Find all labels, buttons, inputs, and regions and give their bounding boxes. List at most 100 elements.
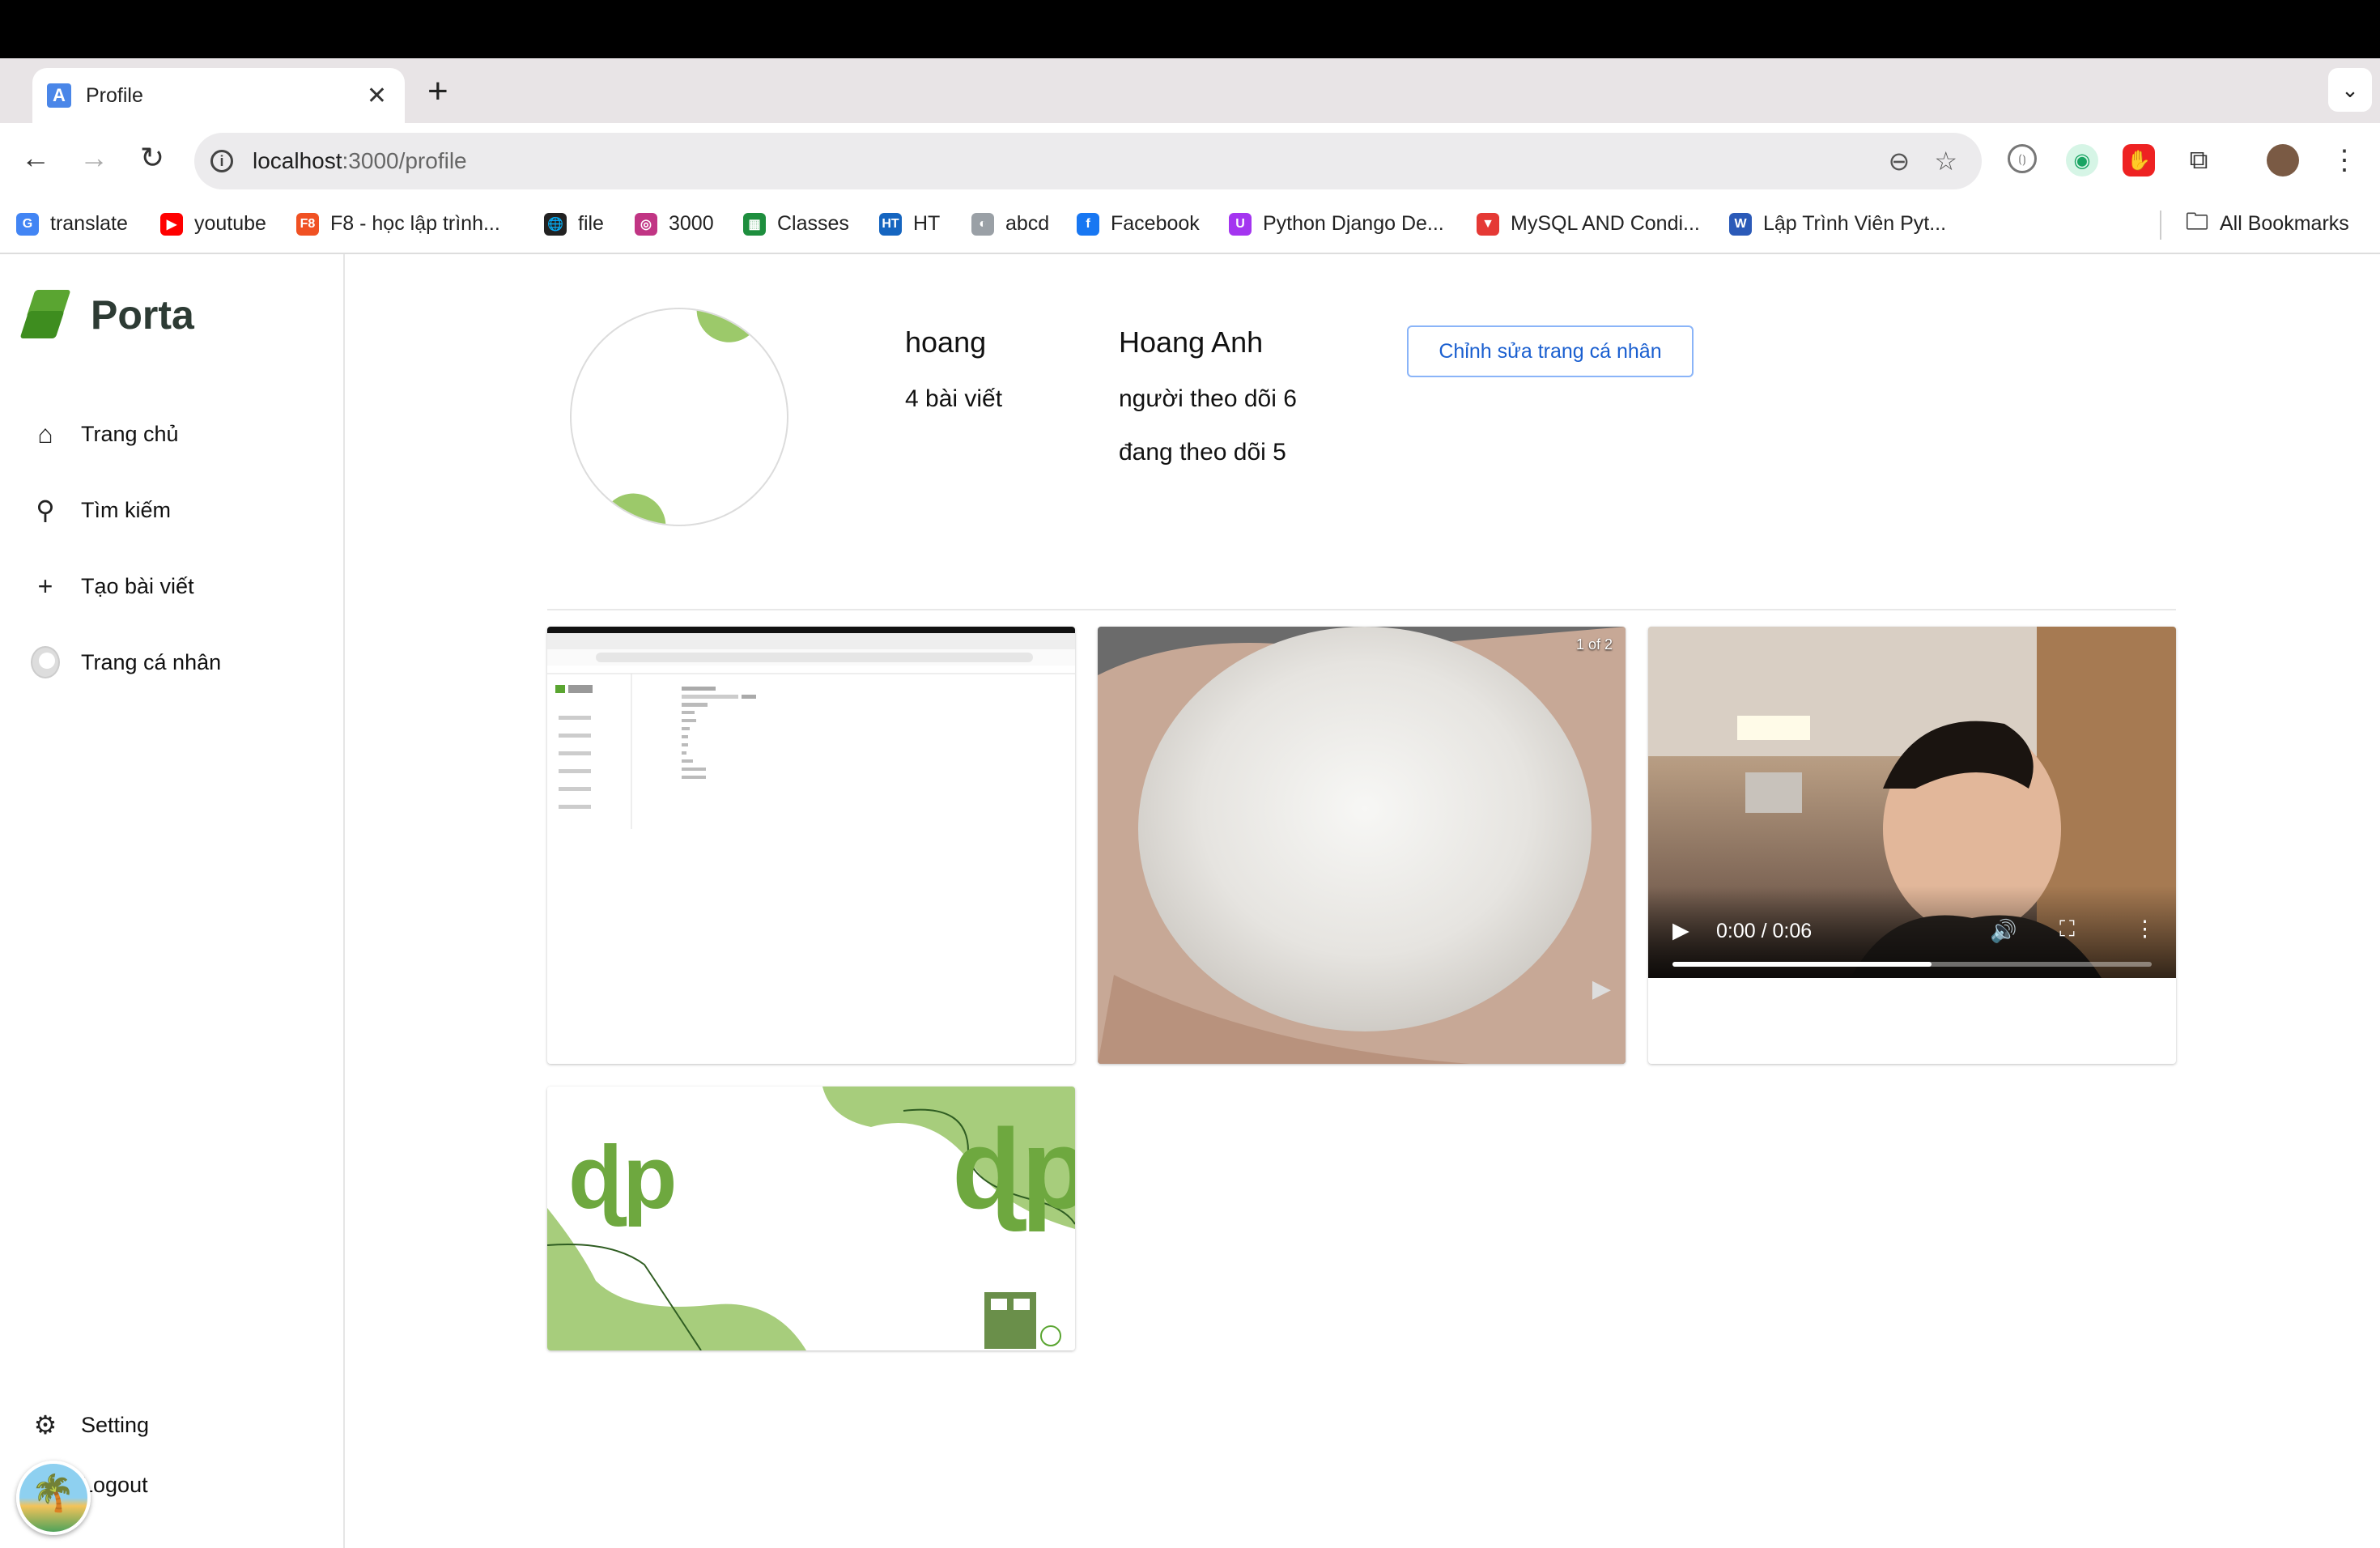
- post-card-rice[interactable]: 1 of 2 ▶: [1098, 627, 1626, 1064]
- search-icon: ⚲: [36, 495, 55, 525]
- tab-strip: A Profile ✕ + ⌄: [0, 58, 2380, 123]
- bookmark-8[interactable]: f Facebook: [1077, 212, 1200, 236]
- bookmark-2[interactable]: F8 F8 - học lập trình...: [296, 212, 500, 236]
- sidebar-item-label: Tìm kiếm: [81, 497, 171, 522]
- edit-profile-button[interactable]: Chỉnh sửa trang cá nhân: [1407, 325, 1694, 377]
- carousel-counter: 1 of 2: [1575, 636, 1613, 653]
- svg-text:ɖp: ɖp: [568, 1128, 677, 1227]
- kebab-menu-icon[interactable]: ⋮: [2328, 144, 2361, 176]
- all-bookmarks-label: All Bookmarks: [2220, 212, 2349, 235]
- profile-post-count: 4 bài viết: [905, 385, 1003, 412]
- logo[interactable]: Porta: [19, 290, 194, 340]
- profile-username: hoang: [905, 325, 987, 359]
- profile-avatar: [570, 308, 788, 526]
- bookmark-7[interactable]: ◐ abcd: [971, 212, 1049, 236]
- ht-icon: HT: [879, 212, 902, 236]
- post-card-screenshot[interactable]: [547, 627, 1075, 1064]
- site-info-icon[interactable]: i: [210, 150, 233, 172]
- sidebar-item-profile[interactable]: Trang cá nhân: [31, 646, 222, 678]
- sidebar-item-create-post[interactable]: + Tạo bài viết: [31, 572, 194, 601]
- video-progress-bar[interactable]: [1672, 962, 2152, 967]
- all-bookmarks[interactable]: 🗀 All Bookmarks: [2186, 209, 2349, 236]
- youtube-icon: ▶: [160, 212, 183, 236]
- sidebar-item-label: Setting: [81, 1412, 150, 1437]
- video-time: 0:00 / 0:06: [1716, 920, 1813, 942]
- more-options-icon[interactable]: ⋮: [2134, 916, 2156, 942]
- video-player[interactable]: ▶ 0:00 / 0:06 🔊 ⛶ ⋮: [1648, 627, 2176, 978]
- video-progress-fill: [1672, 962, 1932, 967]
- bookmarks-separator: [2160, 211, 2161, 240]
- bookmark-label: Classes: [777, 212, 849, 235]
- bookmark-label: abcd: [1005, 212, 1050, 235]
- fullscreen-icon[interactable]: ⛶: [2059, 916, 2075, 942]
- bookmark-1[interactable]: ▶ youtube: [160, 212, 266, 236]
- bookmark-11[interactable]: W Lập Trình Viên Pyt...: [1729, 212, 1946, 236]
- avatar-icon: [31, 646, 60, 678]
- os-top-bar: [0, 0, 2380, 58]
- bookmark-5[interactable]: ▦ Classes: [743, 212, 849, 236]
- puzzle-icon[interactable]: ⧉: [2182, 144, 2215, 176]
- post-card-video[interactable]: ▶ 0:00 / 0:06 🔊 ⛶ ⋮: [1648, 627, 2176, 1064]
- logo-text: Porta: [91, 292, 194, 338]
- bookmark-label: Lập Trình Viên Pyt...: [1763, 212, 1947, 235]
- post-card-banner[interactable]: ɖp ɖp: [547, 1087, 1075, 1350]
- bookmark-6[interactable]: HT HT: [879, 212, 940, 236]
- floating-avatar[interactable]: [16, 1461, 91, 1535]
- play-icon[interactable]: ▶: [1672, 918, 1689, 943]
- udemy-icon: U: [1229, 212, 1252, 236]
- bookmark-label: 3000: [669, 212, 714, 235]
- new-tab-icon[interactable]: +: [427, 71, 448, 112]
- bookmark-label: MySQL AND Condi...: [1511, 212, 1700, 235]
- extension-green-icon[interactable]: ◉: [2066, 144, 2098, 176]
- chevron-down-icon[interactable]: ⌄: [2328, 68, 2372, 112]
- post-image-banner: ɖp ɖp: [547, 1087, 1075, 1350]
- svg-text:ɖp: ɖp: [952, 1105, 1075, 1232]
- tab-favicon-icon: A: [47, 83, 71, 108]
- sidebar-item-home[interactable]: ⌂ Trang chủ: [31, 419, 179, 449]
- close-icon[interactable]: ✕: [367, 82, 387, 110]
- bookmark-3[interactable]: 🌐 file: [544, 212, 604, 236]
- globe-icon: 🌐: [544, 212, 567, 236]
- divider: [547, 609, 2176, 610]
- abcd-icon: ◐: [971, 212, 994, 236]
- profile-full-name: Hoang Anh: [1119, 325, 1264, 359]
- sidebar-item-setting[interactable]: ⚙ Setting: [31, 1410, 149, 1440]
- bookmark-10[interactable]: ▼ MySQL AND Condi...: [1477, 212, 1700, 236]
- video-controls: ▶ 0:00 / 0:06 🔊 ⛶ ⋮: [1648, 886, 2176, 978]
- bookmark-9[interactable]: U Python Django De...: [1229, 212, 1444, 236]
- post-image-screenshot: [547, 627, 1075, 829]
- w3-icon: W: [1729, 212, 1752, 236]
- bookmark-label: translate: [50, 212, 128, 235]
- bookmark-0[interactable]: Gtranslate: [16, 212, 128, 236]
- tab-profile[interactable]: A Profile ✕: [32, 68, 405, 123]
- profile-avatar-icon[interactable]: [2267, 144, 2299, 176]
- bookmark-label: Python Django De...: [1263, 212, 1444, 235]
- address-bar[interactable]: i localhost:3000/profile ⊖ ☆: [194, 133, 1982, 189]
- sidebar-item-label: Trang cá nhân: [81, 649, 222, 674]
- extension-icon[interactable]: ⟮⟯: [2008, 144, 2037, 173]
- profile-following[interactable]: đang theo dõi 5: [1119, 439, 1286, 466]
- zoom-icon[interactable]: ⊖: [1889, 146, 1910, 176]
- url-text[interactable]: localhost:3000/profile: [253, 148, 1889, 174]
- volume-icon[interactable]: 🔊: [1990, 918, 2017, 944]
- instagram-icon: ◎: [635, 212, 657, 236]
- f8-icon: F8: [296, 212, 319, 236]
- profile-followers[interactable]: người theo dõi 6: [1119, 385, 1297, 413]
- sidebar-item-label: Tạo bài viết: [81, 573, 194, 598]
- reload-icon[interactable]: ↻: [133, 141, 172, 175]
- home-icon: ⌂: [37, 419, 53, 449]
- carousel-next-icon[interactable]: ▶: [1592, 975, 1611, 1003]
- facebook-icon: f: [1077, 212, 1099, 236]
- back-icon[interactable]: ←: [16, 141, 55, 175]
- star-icon[interactable]: ☆: [1934, 146, 1957, 176]
- bookmark-label: F8 - học lập trình...: [330, 212, 500, 235]
- sidebar-item-search[interactable]: ⚲ Tìm kiếm: [31, 495, 171, 525]
- sidebar-item-label: Trang chủ: [81, 421, 179, 446]
- sidebar-item-label: Logout: [81, 1472, 148, 1497]
- mysql-icon: ▼: [1477, 212, 1499, 236]
- extension-red-icon[interactable]: ✋: [2123, 144, 2155, 176]
- bookmark-4[interactable]: ◎ 3000: [635, 212, 714, 236]
- bookmarks-bar: Gtranslate ▶ youtube F8 F8 - học lập trình..…: [0, 198, 2380, 254]
- forward-icon[interactable]: →: [74, 141, 113, 175]
- bookmark-label: youtube: [194, 212, 266, 235]
